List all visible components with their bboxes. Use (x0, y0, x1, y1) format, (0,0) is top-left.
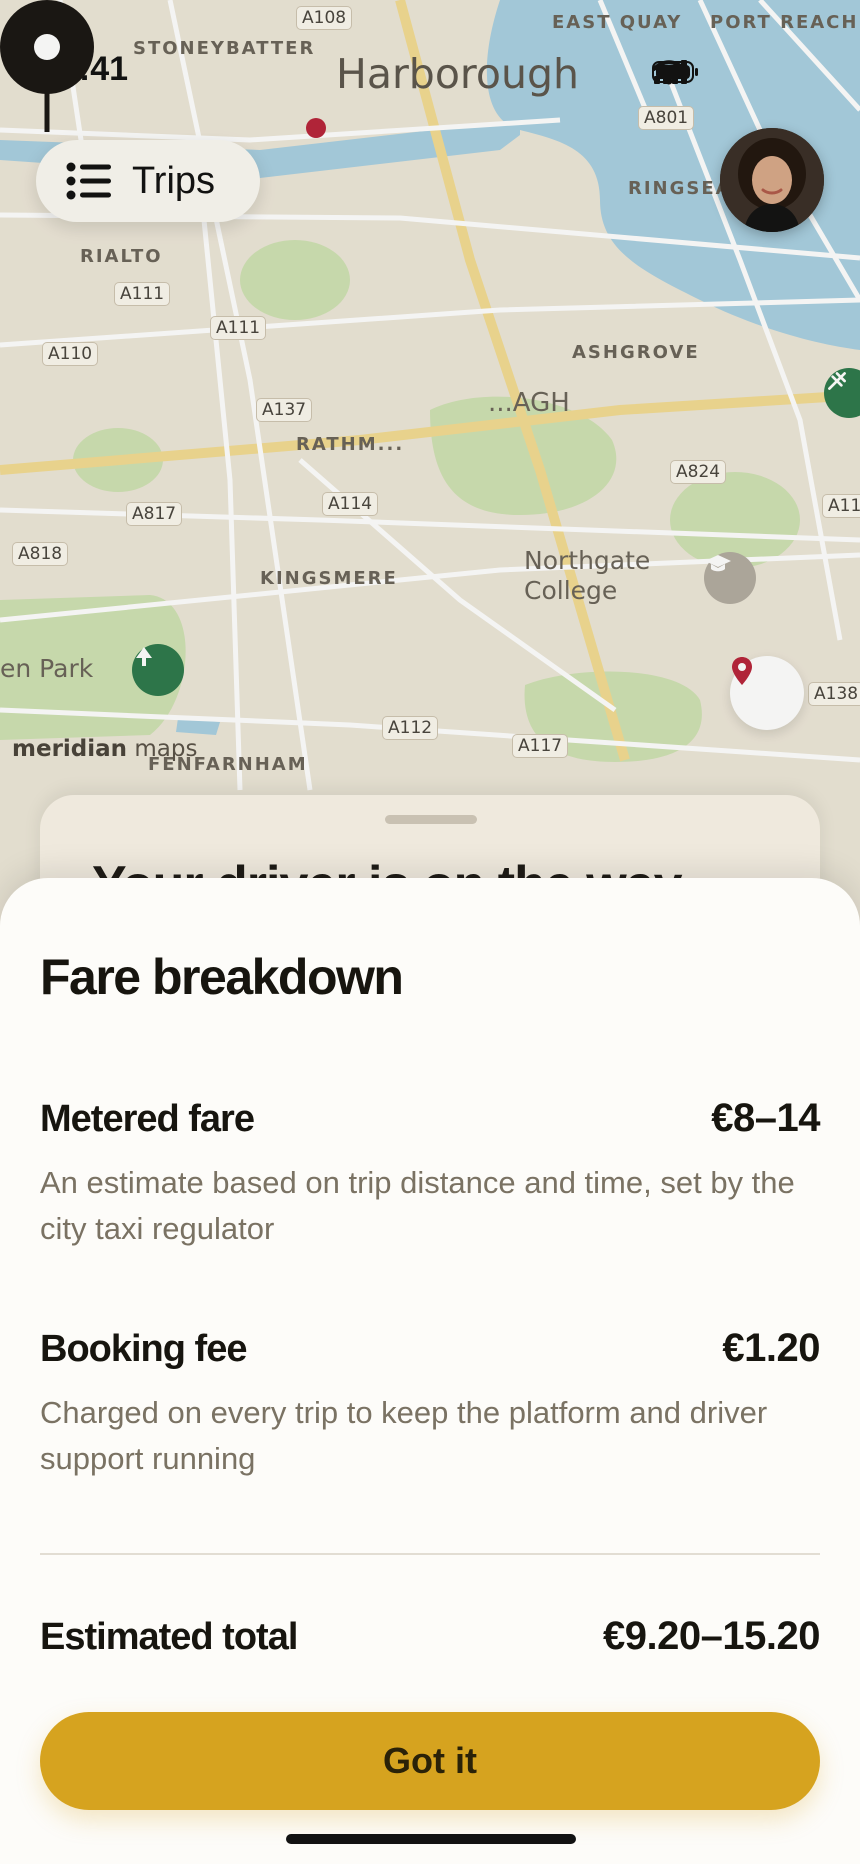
booking-fee-description: Charged on every trip to keep the platfo… (40, 1395, 768, 1476)
got-it-button[interactable]: Got it (40, 1712, 820, 1810)
got-it-label: Got it (383, 1740, 477, 1781)
metered-fare-description: An estimate based on trip distance and t… (40, 1165, 795, 1246)
booking-fee-label: Booking fee (40, 1328, 247, 1370)
divider (40, 1553, 820, 1555)
booking-fee-amount: €1.20 (722, 1326, 820, 1370)
home-indicator[interactable] (286, 1834, 576, 1844)
metered-fare-label: Metered fare (40, 1098, 255, 1140)
fare-sheet-title: Fare breakdown (40, 949, 404, 1005)
sheet-grabber[interactable] (385, 815, 477, 824)
estimated-total-amount: €9.20–15.20 (603, 1614, 820, 1658)
estimated-total-label: Estimated total (40, 1616, 298, 1658)
metered-fare-amount: €8–14 (711, 1096, 820, 1140)
